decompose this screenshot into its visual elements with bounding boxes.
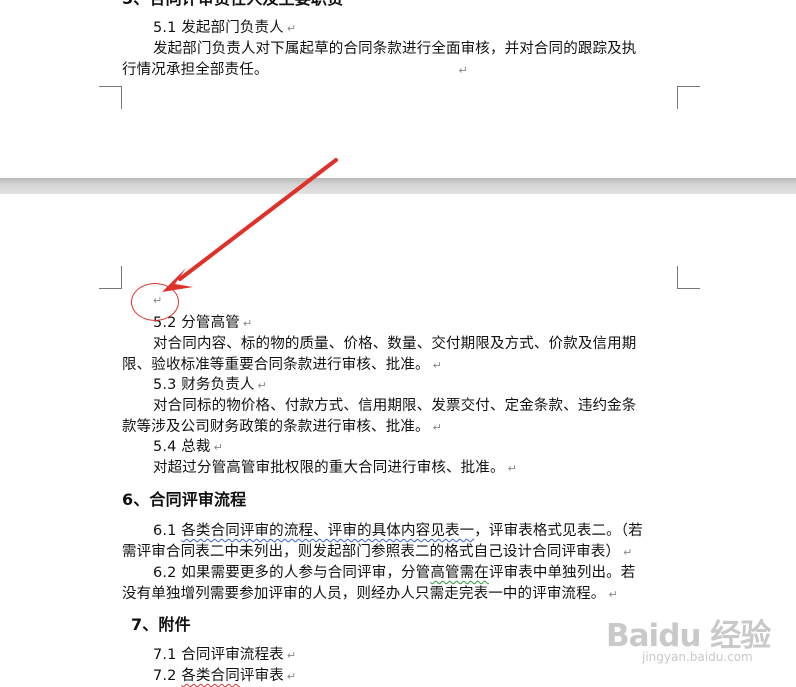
empty-paragraph-mark-icon: ↵ [153, 294, 163, 307]
watermark-url: jingyan.baidu.com [642, 650, 753, 664]
annotation-arrow-icon [162, 158, 338, 292]
watermark-logo: Baidu 经验 [606, 618, 771, 654]
paw-icon: du [658, 618, 701, 654]
